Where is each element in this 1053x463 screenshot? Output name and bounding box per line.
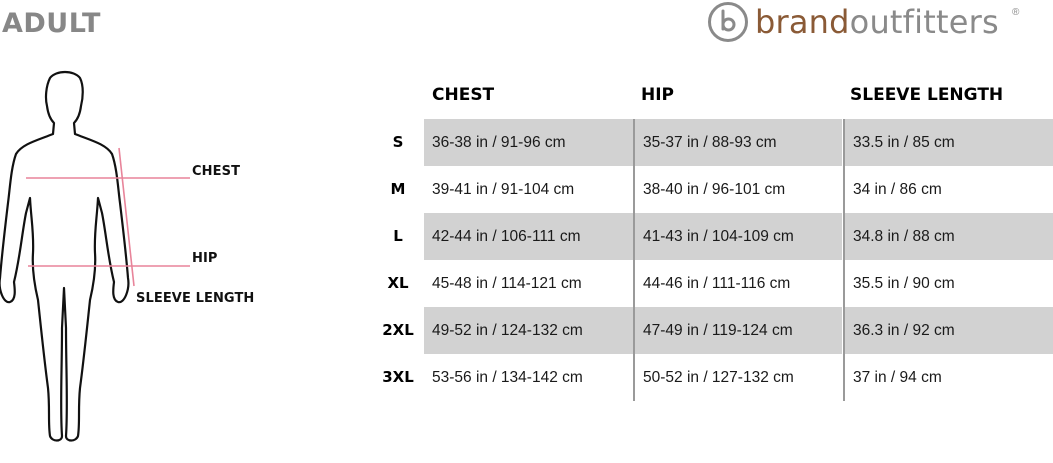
logo-wordmark: brandoutfitters <box>755 3 999 41</box>
page-title: ADULT <box>2 8 101 39</box>
size-label: L <box>393 227 403 245</box>
sleeve-cell: 35.5 in / 90 cm <box>843 260 1053 307</box>
table-row: M 39-41 in / 91-104 cm 38-40 in / 96-101… <box>378 166 1053 213</box>
hip-label: HIP <box>192 251 218 266</box>
sleeve-length-label: SLEEVE LENGTH <box>136 291 255 306</box>
logo-rest-text: outfitters <box>849 3 999 41</box>
registered-mark: ® <box>1012 7 1020 18</box>
chest-cell: 45-48 in / 114-121 cm <box>432 275 582 292</box>
size-label: 3XL <box>382 368 414 386</box>
header-hip: HIP <box>641 85 675 105</box>
table-row: 3XL 53-56 in / 134-142 cm 50-52 in / 127… <box>378 354 1053 401</box>
hip-cell: 35-37 in / 88-93 cm <box>633 119 842 166</box>
chest-label: CHEST <box>192 164 241 179</box>
sleeve-cell: 33.5 in / 85 cm <box>843 119 1053 166</box>
b-circle-logo-icon <box>708 2 748 42</box>
header-sleeve-length: SLEEVE LENGTH <box>850 85 1004 105</box>
brand-logo: brandoutfitters ® <box>707 0 1047 46</box>
hip-cell: 50-52 in / 127-132 cm <box>633 354 842 401</box>
table-row: 2XL 49-52 in / 124-132 cm 47-49 in / 119… <box>378 307 1053 354</box>
sleeve-cell: 36.3 in / 92 cm <box>843 307 1053 354</box>
chest-cell: 36-38 in / 91-96 cm <box>424 119 633 166</box>
chest-cell: 53-56 in / 134-142 cm <box>432 369 583 386</box>
size-label: 2XL <box>382 321 414 339</box>
table-row: XL 45-48 in / 114-121 cm 44-46 in / 111-… <box>378 260 1053 307</box>
hip-cell: 41-43 in / 104-109 cm <box>633 213 842 260</box>
hip-cell: 47-49 in / 119-124 cm <box>633 307 842 354</box>
header-chest: CHEST <box>432 85 495 105</box>
body-measurement-figure: CHEST HIP SLEEVE LENGTH <box>0 68 254 458</box>
table-row: L 42-44 in / 106-111 cm 41-43 in / 104-1… <box>378 213 1053 260</box>
sleeve-cell: 37 in / 94 cm <box>843 354 1053 401</box>
chest-cell: 49-52 in / 124-132 cm <box>424 307 633 354</box>
hip-cell: 44-46 in / 111-116 cm <box>633 260 842 307</box>
chest-cell: 39-41 in / 91-104 cm <box>432 181 575 198</box>
table-row: S 36-38 in / 91-96 cm 35-37 in / 88-93 c… <box>378 119 1053 166</box>
size-label: S <box>392 133 404 151</box>
size-label: XL <box>387 274 409 292</box>
chest-cell: 42-44 in / 106-111 cm <box>424 213 633 260</box>
sleeve-cell: 34.8 in / 88 cm <box>843 213 1053 260</box>
sleeve-cell: 34 in / 86 cm <box>843 166 1053 213</box>
size-label: M <box>390 180 406 198</box>
logo-brand-text: brand <box>755 3 850 41</box>
hip-cell: 38-40 in / 96-101 cm <box>633 166 842 213</box>
